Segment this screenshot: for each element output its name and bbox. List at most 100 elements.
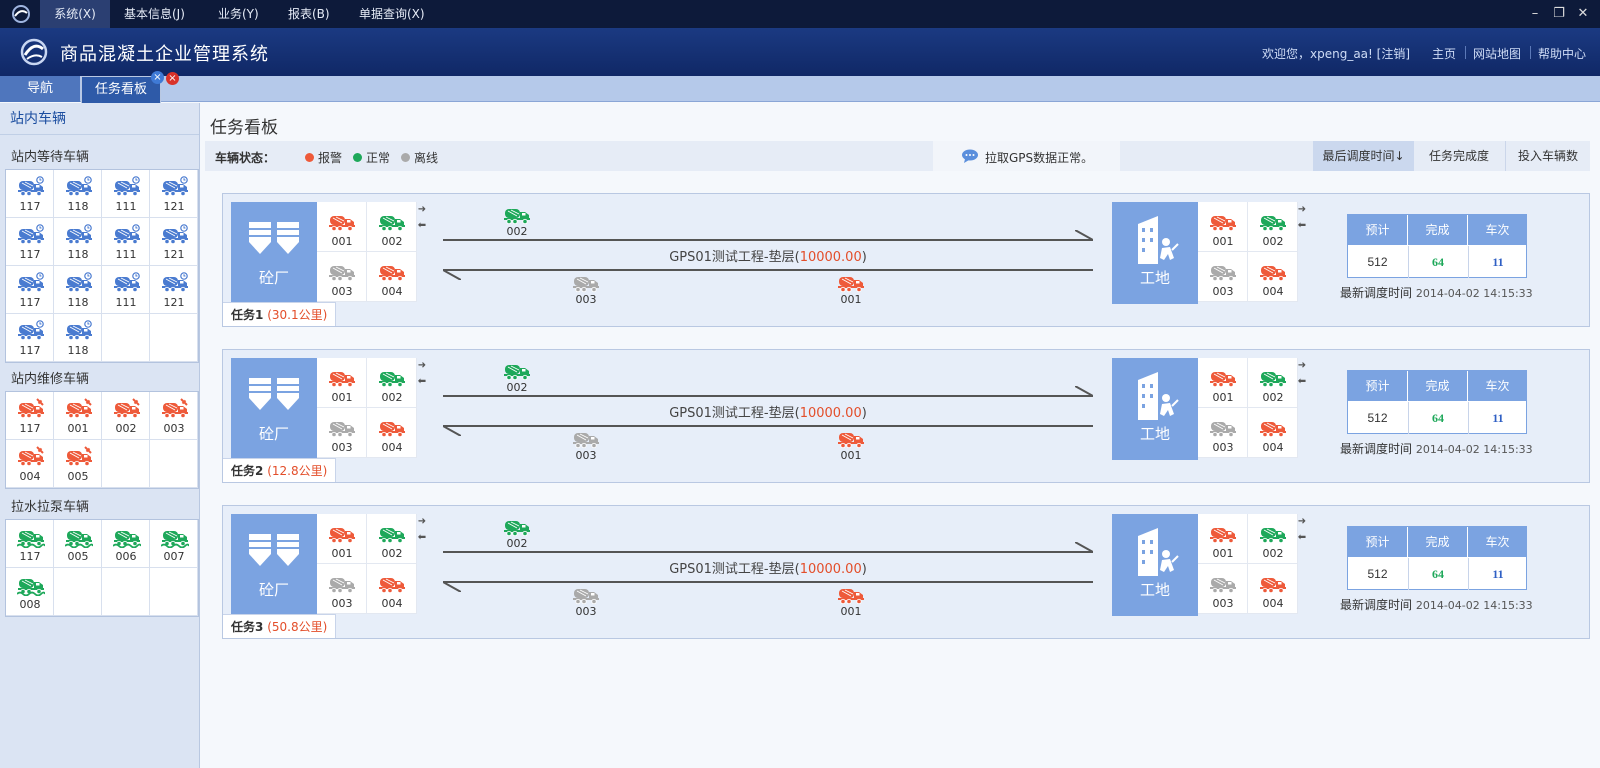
moving-truck-icon[interactable]: [570, 428, 602, 450]
vehicle-cell[interactable]: 005: [54, 440, 102, 488]
site-panel[interactable]: 工地: [1112, 358, 1198, 460]
sitemap-link[interactable]: 网站地图: [1473, 45, 1521, 62]
vehicle-cell[interactable]: 004: [367, 252, 417, 302]
sort-last-dispatch-button[interactable]: 最后调度时间↓: [1313, 141, 1414, 171]
vehicle-cell[interactable]: 002: [1248, 514, 1298, 564]
arrow-left-icon[interactable]: ⬅: [1296, 532, 1308, 544]
vehicle-cell[interactable]: 118: [54, 218, 102, 266]
arrow-left-icon[interactable]: ⬅: [416, 532, 428, 544]
moving-truck-icon[interactable]: [835, 428, 867, 450]
vehicle-cell[interactable]: 004: [1248, 408, 1298, 458]
moving-truck-icon[interactable]: [501, 360, 533, 382]
menu-document-query[interactable]: 单据查询(X): [359, 0, 425, 28]
vehicle-cell[interactable]: 004: [1248, 564, 1298, 614]
vehicle-cell[interactable]: 121: [150, 170, 198, 218]
vehicle-cell[interactable]: 003: [317, 408, 367, 458]
vehicle-cell[interactable]: 001: [317, 514, 367, 564]
site-panel[interactable]: 工地: [1112, 514, 1198, 616]
vehicle-cell[interactable]: 118: [54, 170, 102, 218]
plant-panel[interactable]: 砼厂: [231, 358, 317, 460]
menu-basic-info[interactable]: 基本信息(J): [124, 0, 185, 28]
menu-business[interactable]: 业务(Y): [218, 0, 259, 28]
vehicle-cell[interactable]: 002: [367, 202, 417, 252]
site-panel[interactable]: 工地: [1112, 202, 1198, 304]
vehicle-cell[interactable]: 008: [6, 568, 54, 616]
vehicle-cell[interactable]: 117: [6, 392, 54, 440]
vehicle-cell[interactable]: 004: [367, 564, 417, 614]
moving-truck-icon[interactable]: [835, 584, 867, 606]
task-label[interactable]: 任务1 (30.1公里): [223, 302, 337, 326]
vehicle-cell[interactable]: 004: [367, 408, 417, 458]
vehicle-cell[interactable]: 121: [150, 266, 198, 314]
vehicle-cell[interactable]: 002: [367, 514, 417, 564]
vehicle-cell[interactable]: 001: [1198, 202, 1248, 252]
task-label[interactable]: 任务3 (50.8公里): [223, 614, 337, 638]
vehicle-cell[interactable]: 003: [317, 252, 367, 302]
legend-alarm: 报警: [318, 151, 343, 165]
plant-panel[interactable]: 砼厂: [231, 514, 317, 616]
arrow-right-icon[interactable]: ➜: [416, 360, 428, 372]
vehicle-cell[interactable]: 117: [6, 520, 54, 568]
arrow-left-icon[interactable]: ⬅: [1296, 376, 1308, 388]
arrow-right-icon[interactable]: ➜: [1296, 516, 1308, 528]
moving-truck-icon[interactable]: [570, 584, 602, 606]
vehicle-cell[interactable]: 117: [6, 218, 54, 266]
tab-close-icon[interactable]: ×: [151, 71, 164, 84]
vehicle-cell[interactable]: 002: [102, 392, 150, 440]
vehicle-cell[interactable]: 117: [6, 314, 54, 362]
menu-reports[interactable]: 报表(B): [288, 0, 330, 28]
task-label[interactable]: 任务2 (12.8公里): [223, 458, 337, 482]
vehicle-cell[interactable]: 003: [317, 564, 367, 614]
vehicle-cell[interactable]: 117: [6, 170, 54, 218]
vehicle-cell[interactable]: 006: [102, 520, 150, 568]
moving-truck-icon[interactable]: [501, 204, 533, 226]
arrow-right-icon[interactable]: ➜: [416, 516, 428, 528]
vehicle-cell[interactable]: 003: [1198, 252, 1248, 302]
moving-truck-icon[interactable]: [501, 516, 533, 538]
vehicle-cell[interactable]: 001: [1198, 514, 1248, 564]
home-link[interactable]: 主页: [1432, 45, 1456, 62]
moving-truck-icon[interactable]: [570, 272, 602, 294]
vehicle-cell[interactable]: 002: [1248, 202, 1298, 252]
plant-panel[interactable]: 砼厂: [231, 202, 317, 304]
vehicle-id: 118: [67, 296, 89, 309]
vehicle-cell[interactable]: 118: [54, 266, 102, 314]
vehicle-cell[interactable]: 002: [1248, 358, 1298, 408]
sort-completion-button[interactable]: 任务完成度: [1415, 141, 1503, 171]
arrow-right-icon[interactable]: ➜: [1296, 204, 1308, 216]
arrow-right-icon[interactable]: ➜: [416, 204, 428, 216]
arrow-left-icon[interactable]: ⬅: [416, 376, 428, 388]
vehicle-cell[interactable]: 111: [102, 218, 150, 266]
tab-close-all-icon[interactable]: ×: [166, 72, 179, 85]
sort-vehicle-count-button[interactable]: 投入车辆数: [1505, 141, 1590, 171]
vehicle-cell[interactable]: 117: [6, 266, 54, 314]
vehicle-cell[interactable]: 005: [54, 520, 102, 568]
close-icon[interactable]: ✕: [1573, 4, 1593, 24]
vehicle-cell[interactable]: 007: [150, 520, 198, 568]
menu-system[interactable]: 系统(X): [40, 0, 110, 28]
vehicle-cell[interactable]: 002: [367, 358, 417, 408]
arrow-left-icon[interactable]: ⬅: [1296, 220, 1308, 232]
restore-icon[interactable]: ❐: [1549, 4, 1569, 24]
vehicle-cell[interactable]: 121: [150, 218, 198, 266]
vehicle-cell[interactable]: 004: [6, 440, 54, 488]
moving-truck-icon[interactable]: [835, 272, 867, 294]
vehicle-cell[interactable]: 001: [317, 202, 367, 252]
minimize-icon[interactable]: –: [1525, 4, 1545, 24]
vehicle-cell[interactable]: 111: [102, 170, 150, 218]
vehicle-cell[interactable]: 003: [150, 392, 198, 440]
vehicle-cell[interactable]: 003: [1198, 564, 1248, 614]
task-name: 任务3: [231, 620, 264, 634]
vehicle-cell[interactable]: 001: [317, 358, 367, 408]
tab-navigation[interactable]: 导航: [0, 76, 80, 102]
welcome-logout[interactable]: 欢迎您，xpeng_aa! [注销]: [1262, 45, 1410, 62]
vehicle-cell[interactable]: 004: [1248, 252, 1298, 302]
vehicle-cell[interactable]: 118: [54, 314, 102, 362]
vehicle-cell[interactable]: 003: [1198, 408, 1248, 458]
vehicle-cell[interactable]: 111: [102, 266, 150, 314]
vehicle-cell[interactable]: 001: [54, 392, 102, 440]
help-link[interactable]: 帮助中心: [1538, 45, 1586, 62]
arrow-right-icon[interactable]: ➜: [1296, 360, 1308, 372]
vehicle-cell[interactable]: 001: [1198, 358, 1248, 408]
arrow-left-icon[interactable]: ⬅: [416, 220, 428, 232]
